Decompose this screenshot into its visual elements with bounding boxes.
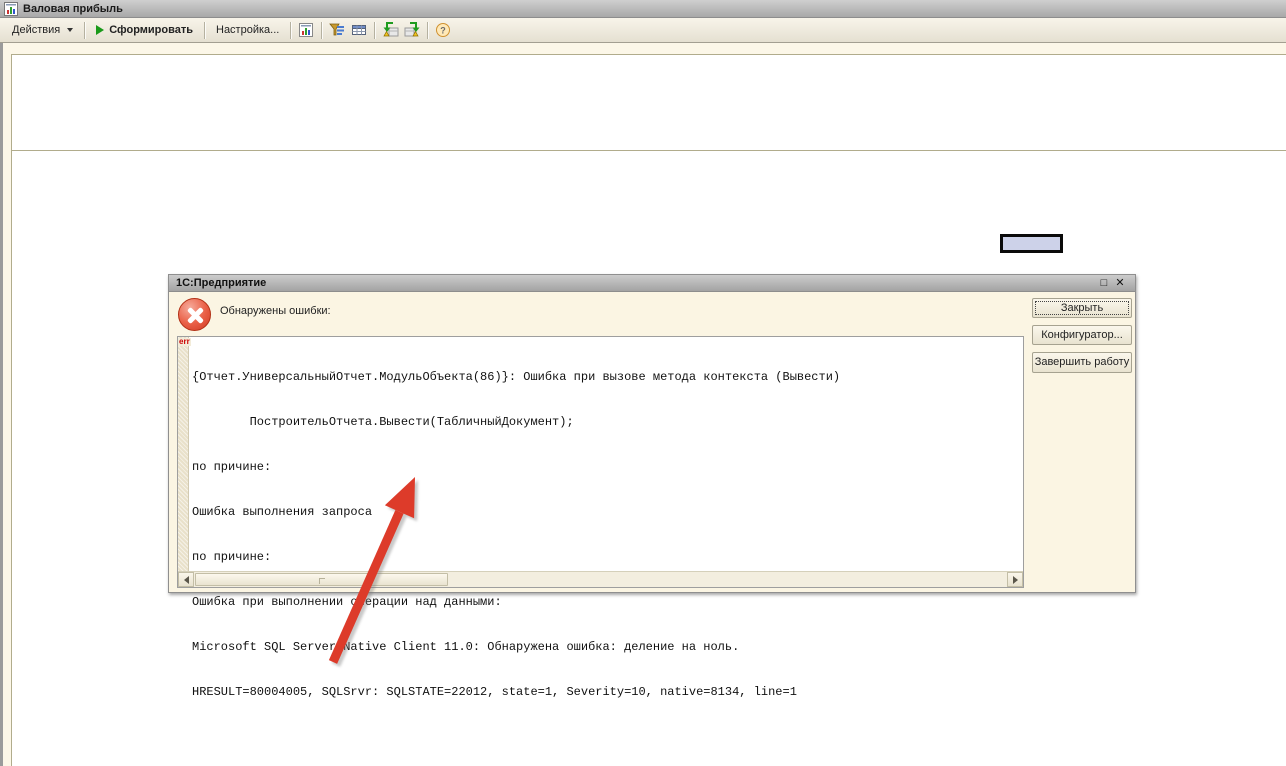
- report-window-icon: [4, 2, 18, 16]
- configurator-button[interactable]: Конфигуратор...: [1032, 325, 1132, 345]
- actions-label: Действия: [12, 24, 60, 36]
- close-button[interactable]: Закрыть: [1032, 298, 1132, 318]
- error-line: по причине:: [192, 460, 1021, 475]
- restore-values-button[interactable]: [379, 20, 401, 41]
- save-values-icon: [404, 22, 421, 38]
- filter-settings-button[interactable]: [326, 20, 348, 41]
- error-text: {Отчет.УниверсальныйОтчет.МодульОбъекта(…: [192, 340, 1021, 730]
- error-line: по причине:: [192, 550, 1021, 565]
- toolbar-separator: [204, 22, 205, 39]
- screen: Валовая прибыль Действия Сформировать На…: [0, 0, 1286, 766]
- help-icon: ?: [435, 22, 451, 38]
- toolbar-separator: [84, 22, 85, 39]
- triangle-left-icon: [184, 576, 189, 584]
- help-button[interactable]: ?: [432, 20, 454, 41]
- scroll-right-button[interactable]: [1007, 572, 1023, 587]
- close-icon[interactable]: ✕: [1112, 276, 1128, 291]
- toolbar-separator: [427, 22, 428, 39]
- error-icon: [178, 298, 211, 331]
- toolbar-separator: [321, 22, 322, 39]
- toolbar-separator: [374, 22, 375, 39]
- error-line: HRESULT=80004005, SQLSrvr: SQLSTATE=2201…: [192, 685, 1021, 700]
- horizontal-scrollbar[interactable]: [178, 571, 1023, 587]
- restore-values-icon: [382, 22, 399, 38]
- save-values-button[interactable]: [401, 20, 423, 41]
- error-dialog: 1С:Предприятие □ ✕ Обнаружены ошибки: er…: [168, 274, 1136, 593]
- actions-menu-button[interactable]: Действия: [5, 20, 80, 41]
- filter-settings-icon: [329, 22, 345, 38]
- main-window-titlebar: Валовая прибыль: [0, 0, 1286, 18]
- error-text-gutter: [178, 337, 189, 571]
- error-line: Microsoft SQL Server Native Client 11.0:…: [192, 640, 1021, 655]
- report-chart-button[interactable]: [295, 20, 317, 41]
- highlight-box: [1000, 234, 1063, 253]
- error-gutter-label: err: [178, 338, 191, 346]
- error-line: ПостроительОтчета.Вывести(ТабличныйДокум…: [192, 415, 1021, 430]
- play-icon: [96, 25, 104, 35]
- triangle-right-icon: [1013, 576, 1018, 584]
- window-title: Валовая прибыль: [23, 3, 123, 15]
- error-line: {Отчет.УниверсальныйОтчет.МодульОбъекта(…: [192, 370, 1021, 385]
- error-text-area: err {Отчет.УниверсальныйОтчет.МодульОбъе…: [177, 336, 1024, 588]
- settings-label: Настройка...: [216, 24, 279, 36]
- dialog-message: Обнаружены ошибки:: [220, 305, 331, 317]
- toolbar: Действия Сформировать Настройка...: [0, 18, 1286, 43]
- window-frame-left: [0, 43, 3, 766]
- generate-label: Сформировать: [109, 24, 193, 36]
- end-session-button[interactable]: Завершить работу: [1032, 352, 1132, 373]
- dialog-titlebar[interactable]: 1С:Предприятие □ ✕: [169, 275, 1135, 292]
- error-line: Ошибка при выполнении операции над данны…: [192, 595, 1021, 610]
- report-chart-icon: [298, 22, 314, 38]
- scroll-left-button[interactable]: [178, 572, 194, 587]
- error-line: Ошибка выполнения запроса: [192, 505, 1021, 520]
- dialog-title: 1С:Предприятие: [176, 277, 1096, 289]
- chevron-down-icon: [67, 28, 73, 32]
- maximize-icon[interactable]: □: [1096, 276, 1112, 291]
- svg-text:?: ?: [441, 26, 447, 36]
- table-fields-button[interactable]: [348, 20, 370, 41]
- toolbar-separator: [290, 22, 291, 39]
- scrollbar-thumb[interactable]: [195, 573, 448, 586]
- table-fields-icon: [351, 22, 367, 38]
- generate-button[interactable]: Сформировать: [89, 20, 200, 41]
- report-section-divider: [11, 150, 1286, 151]
- settings-button[interactable]: Настройка...: [209, 20, 286, 41]
